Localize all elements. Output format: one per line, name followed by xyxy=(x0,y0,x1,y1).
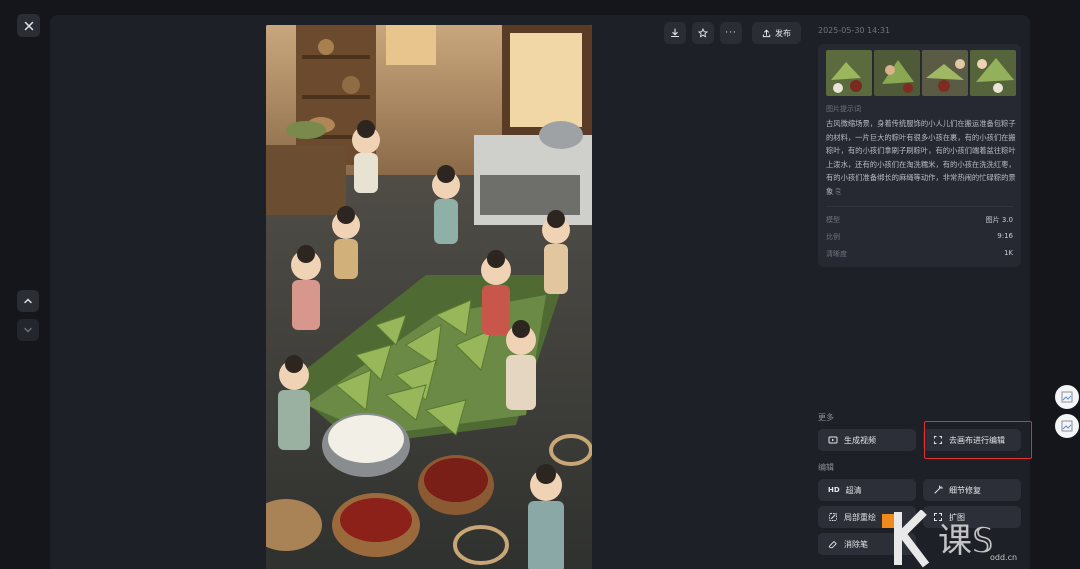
image-placeholder-icon xyxy=(1061,420,1073,432)
prompt-label: 图片提示词 xyxy=(826,105,861,113)
floating-button-2[interactable] xyxy=(1055,414,1079,438)
zongzi-scene-illustration xyxy=(266,25,592,569)
meta-row-ratio: 比例 9:16 xyxy=(826,232,1013,242)
eraser-label: 消除笔 xyxy=(844,539,868,549)
upload-icon xyxy=(762,28,771,37)
edit-section-title: 编辑 xyxy=(818,463,834,472)
creation-timestamp: 2025-05-30 14:31 xyxy=(818,26,891,35)
floating-button-1[interactable] xyxy=(1055,385,1079,409)
close-icon xyxy=(24,21,33,30)
favorite-button[interactable] xyxy=(692,22,714,44)
upscale-label: 超清 xyxy=(845,485,862,495)
publish-label: 发布 xyxy=(775,28,791,38)
prompt-text: 古风微缩场景，身着传统服饰的小人儿们在搬运准备包粽子的材料，一片巨大的粽叶有很多… xyxy=(826,117,1016,199)
meta-value: 图片 3.0 xyxy=(985,216,1013,224)
meta-value: 1K xyxy=(1003,249,1013,257)
star-icon xyxy=(698,28,708,38)
close-button[interactable] xyxy=(17,14,40,37)
eraser-icon xyxy=(828,540,837,549)
svg-text:课𝕊: 课𝕊 xyxy=(938,521,994,561)
meta-divider xyxy=(826,206,1013,207)
next-image-button[interactable] xyxy=(17,319,39,341)
highlight-annotation xyxy=(924,421,1032,459)
generate-video-label: 生成视频 xyxy=(844,435,876,445)
download-button[interactable] xyxy=(664,22,686,44)
meta-key: 比例 xyxy=(826,233,840,241)
meta-key: 模型 xyxy=(826,216,840,224)
download-icon xyxy=(670,28,680,38)
publish-button[interactable]: 发布 xyxy=(752,22,801,44)
meta-row-model: 模型 图片 3.0 xyxy=(826,215,1013,225)
chevron-down-icon xyxy=(24,327,32,333)
thumbnail-strip xyxy=(826,50,1016,96)
more-options-button[interactable]: ··· xyxy=(720,22,742,44)
thumbnail-2[interactable] xyxy=(874,50,920,96)
previous-image-button[interactable] xyxy=(17,290,39,312)
ellipsis-icon: ··· xyxy=(725,28,737,38)
watermark-text: odd.cn xyxy=(990,553,1018,562)
detail-fix-label: 细节修复 xyxy=(949,485,981,495)
meta-row-resolution: 清晰度 1K xyxy=(826,249,1013,259)
thumbnail-3[interactable] xyxy=(922,50,968,96)
thumbnail-1[interactable] xyxy=(826,50,872,96)
meta-value: 9:16 xyxy=(997,232,1013,240)
magic-wand-icon xyxy=(934,485,943,494)
detail-fix-button[interactable]: 细节修复 xyxy=(923,479,1021,501)
more-section-title: 更多 xyxy=(818,413,834,422)
meta-key: 清晰度 xyxy=(826,250,847,258)
generate-video-button[interactable]: 生成视频 xyxy=(818,429,916,451)
local-redraw-label: 局部重绘 xyxy=(844,512,876,522)
prompt-body: 古风微缩场景，身着传统服饰的小人儿们在搬运准备包粽子的材料，一片巨大的粽叶有很多… xyxy=(826,119,1016,196)
thumbnail-4[interactable] xyxy=(970,50,1016,96)
hd-icon: HD xyxy=(828,486,840,494)
image-placeholder-icon xyxy=(1061,391,1073,403)
watermark-logo: 课𝕊 xyxy=(880,509,1080,569)
upscale-button[interactable]: HD 超清 xyxy=(818,479,916,501)
copy-prompt-icon[interactable]: ⎘ xyxy=(836,188,842,196)
image-info-card: 图片提示词 古风微缩场景，身着传统服饰的小人儿们在搬运准备包粽子的材料，一片巨大… xyxy=(818,44,1021,267)
chevron-up-icon xyxy=(24,298,32,304)
brush-icon xyxy=(829,513,837,521)
video-icon xyxy=(828,436,838,444)
generated-image[interactable] xyxy=(266,25,592,569)
